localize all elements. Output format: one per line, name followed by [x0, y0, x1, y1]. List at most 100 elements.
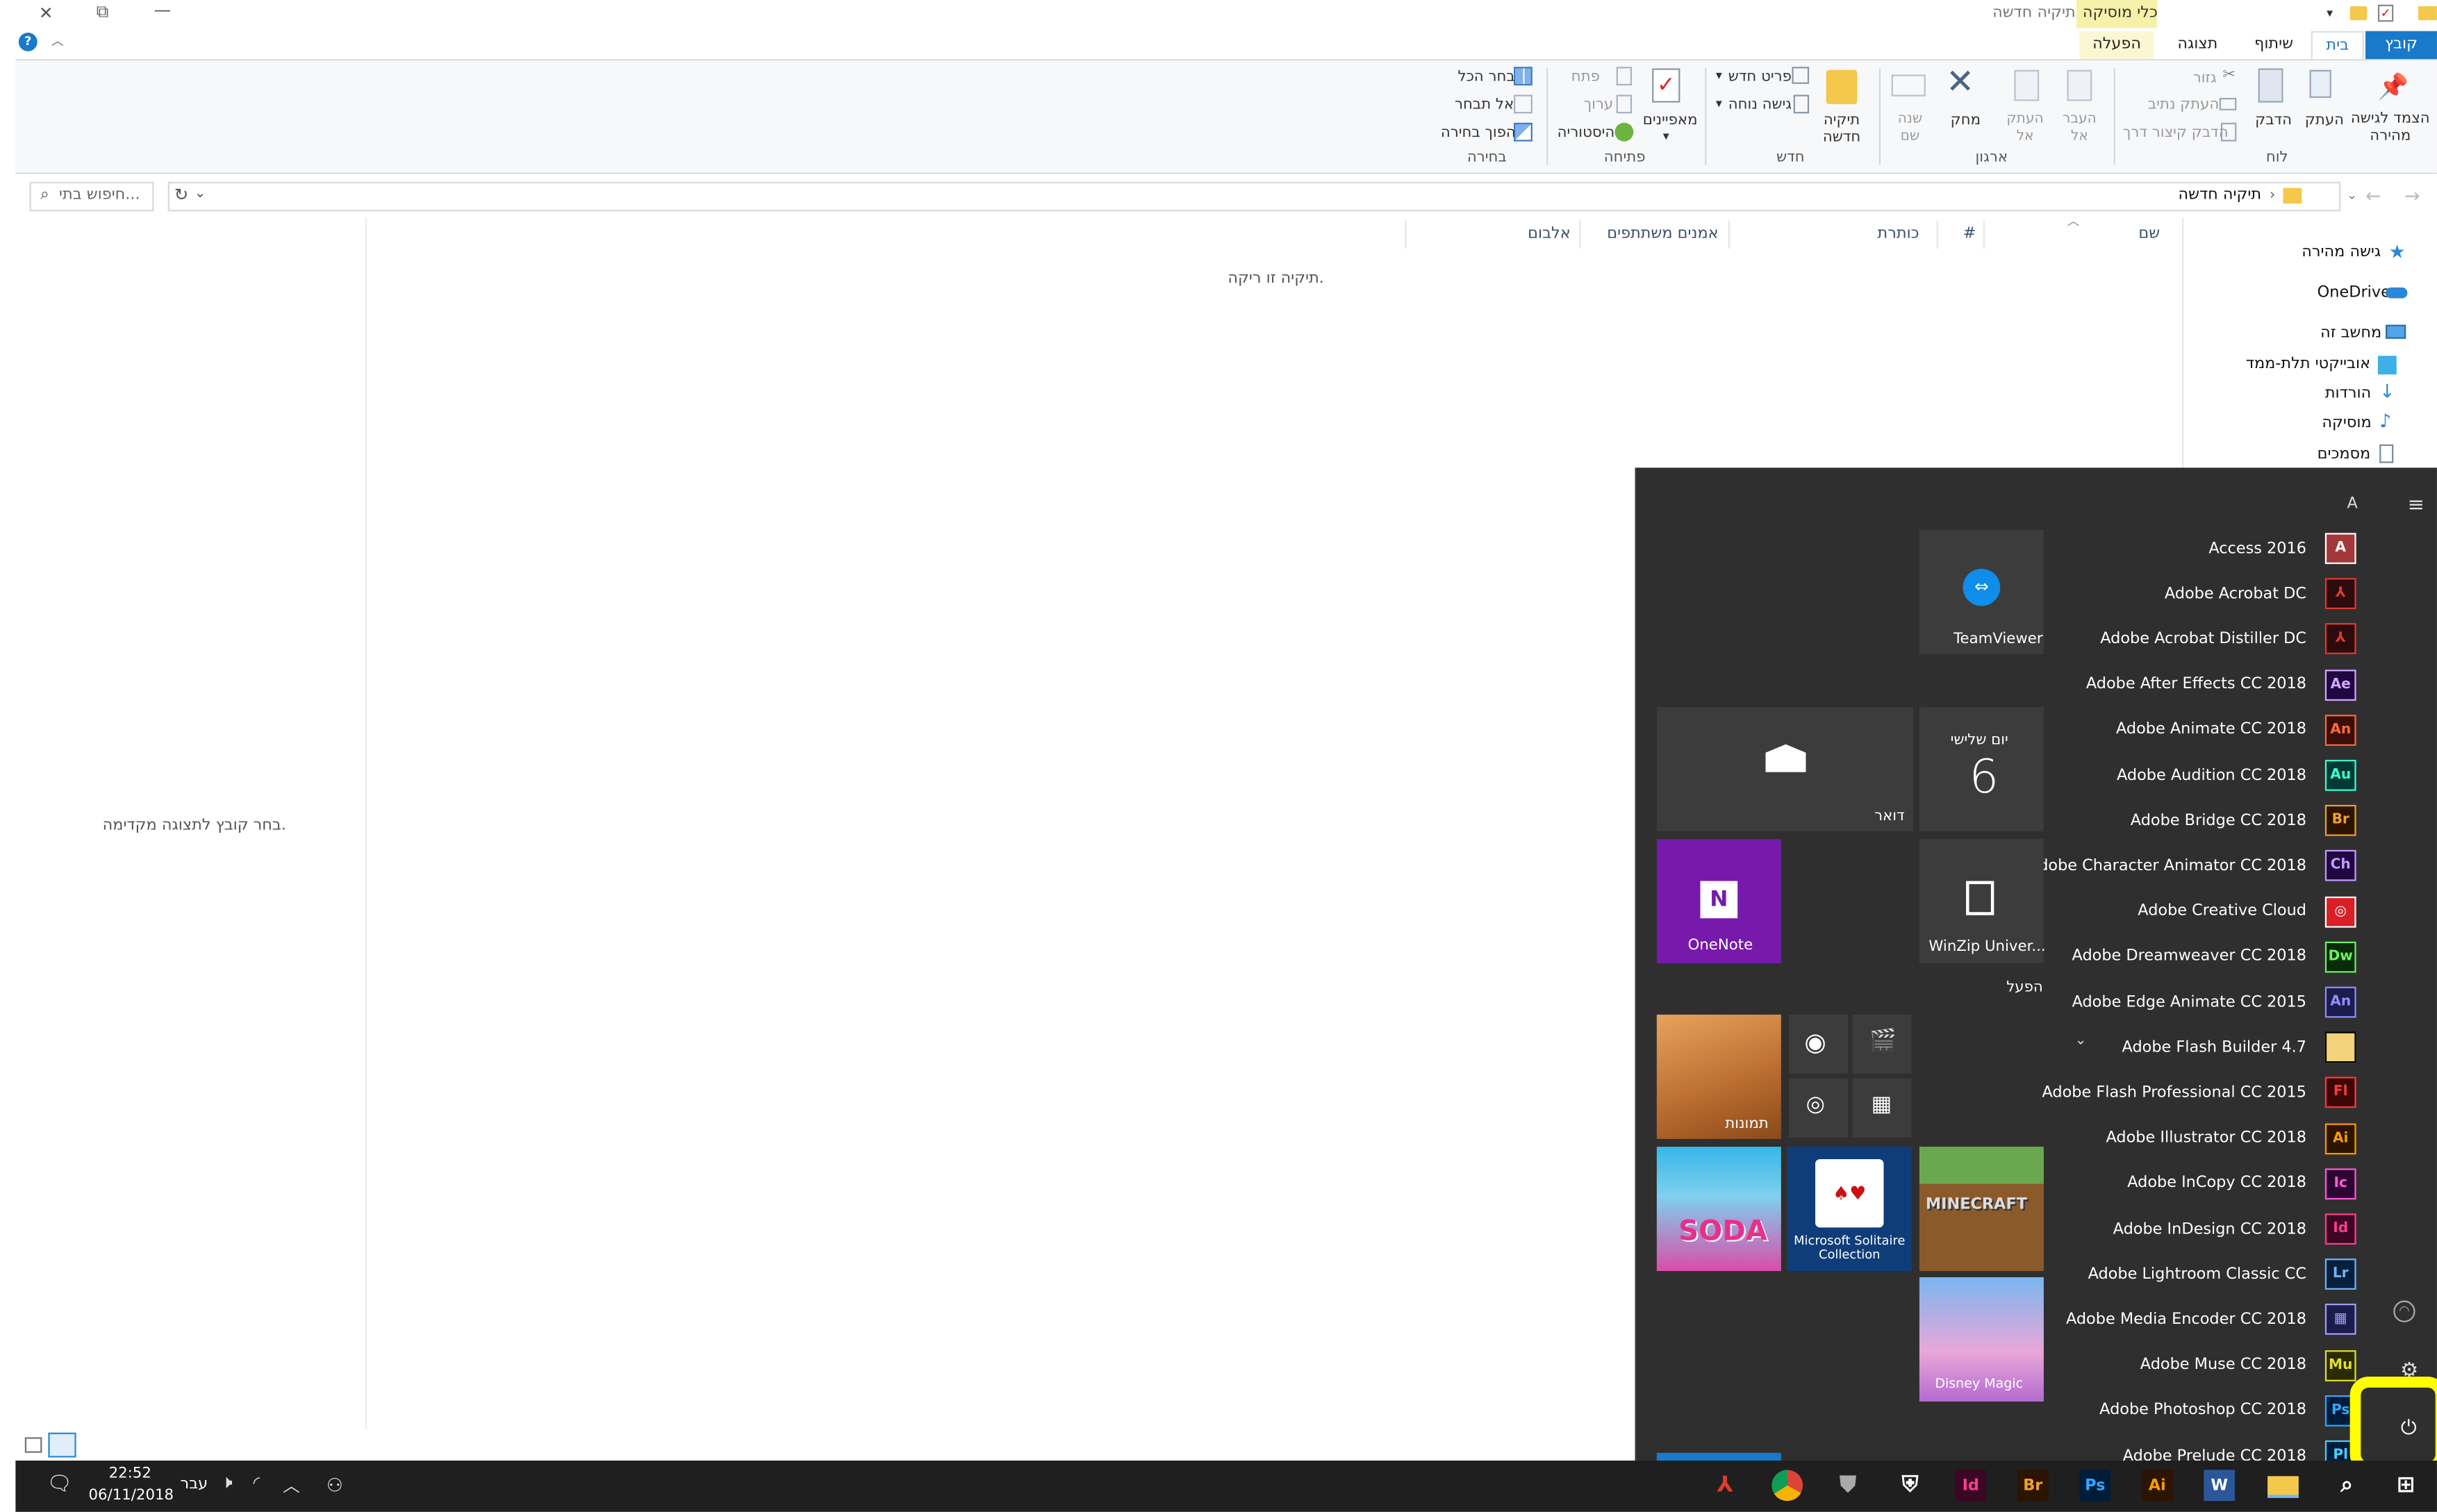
start-app-item[interactable]: Adobe Flash Builder 4.7 — [2122, 1031, 2306, 1065]
start-app-item[interactable]: Adobe Acrobat Distiller DC — [2100, 622, 2306, 656]
word-taskbar-icon[interactable]: W — [2204, 1470, 2236, 1502]
address-dropdown-icon[interactable]: ⌄ — [195, 186, 206, 201]
security-shield-taskbar-icon[interactable]: ⛊ — [1833, 1470, 1864, 1501]
quick-access-label[interactable]: גישה מהירה — [2302, 244, 2381, 261]
open-button[interactable]: פתח — [1571, 68, 1600, 85]
solitaire-tile[interactable]: ♠♥ Microsoft Solitaire Collection — [1787, 1147, 1912, 1272]
tab-play[interactable]: הפעלה — [2079, 31, 2154, 60]
start-app-item[interactable]: Adobe Illustrator CC 2018 — [2106, 1121, 2306, 1155]
chrome-taskbar-icon[interactable] — [1771, 1470, 1803, 1502]
tab-share[interactable]: שיתוף — [2242, 31, 2304, 59]
show-hidden-icons-chevron[interactable]: ︿ — [283, 1473, 300, 1498]
start-app-item[interactable]: Adobe Animate CC 2018 — [2116, 713, 2306, 747]
calculator-tile[interactable]: ▦ — [1852, 1078, 1912, 1138]
rename-button[interactable]: שנה שם — [1890, 112, 1930, 146]
history-button[interactable]: היסטוריה — [1558, 124, 1615, 142]
search-taskbar-icon[interactable]: ⌕ — [2331, 1470, 2363, 1501]
column-name[interactable]: שם — [2138, 225, 2160, 242]
properties-check-icon[interactable]: ✓ — [2377, 4, 2394, 22]
select-none-button[interactable]: אל תבחר — [1455, 97, 1514, 114]
start-app-item[interactable]: Adobe Muse CC 2018 — [2140, 1348, 2306, 1382]
letter-header[interactable]: A — [2347, 496, 2358, 513]
column-number[interactable]: # — [1963, 225, 1976, 242]
power-icon[interactable]: ⏻ — [2401, 1417, 2417, 1440]
start-app-item[interactable]: Adobe Acrobat DC — [2165, 576, 2306, 610]
new-item-dropdown-icon[interactable]: ▾ — [1716, 68, 1722, 82]
mail-tile[interactable]: דואר — [1656, 706, 1913, 831]
movies-tile[interactable]: 🎬 — [1852, 1014, 1912, 1074]
groove-music-tile[interactable]: ◉ — [1789, 1014, 1849, 1074]
start-app-item[interactable]: Adobe After Effects CC 2018 — [2086, 667, 2306, 701]
refresh-icon[interactable]: ↻ — [174, 185, 189, 205]
start-app-item[interactable]: Adobe Audition CC 2018 — [2117, 758, 2306, 792]
search-box[interactable]: חיפוש בתי... ⌕ — [29, 181, 154, 212]
file-explorer-taskbar-icon[interactable] — [2267, 1476, 2299, 1498]
expand-chevron-icon[interactable]: ⌄ — [2075, 1033, 2087, 1049]
copy-path-button[interactable]: העתק נתיב — [2148, 97, 2220, 114]
cut-button[interactable]: גזור — [2193, 70, 2217, 88]
start-app-item[interactable]: Adobe Media Encoder CC 2018 — [2066, 1303, 2306, 1337]
indesign-taskbar-icon[interactable]: Id — [1955, 1470, 1987, 1502]
minimize-button[interactable]: — — [154, 0, 171, 20]
onenote-tile[interactable]: N OneNote — [1656, 839, 1781, 964]
easy-access-dropdown-icon[interactable]: ▾ — [1716, 97, 1722, 110]
large-icons-view-icon[interactable] — [24, 1437, 42, 1453]
properties-button[interactable]: מאפיינים — [1643, 112, 1698, 129]
start-button-windows-icon[interactable]: ⊞ — [2390, 1470, 2422, 1501]
clock-time[interactable]: 22:52 — [109, 1465, 151, 1483]
candy-crush-tile[interactable]: SODA — [1656, 1147, 1781, 1272]
copy-to-button[interactable]: העתק אל — [2005, 112, 2045, 146]
start-app-item[interactable]: Access 2016 — [2208, 531, 2306, 565]
defender-shield-taskbar-icon[interactable]: ⛨ — [1894, 1470, 1926, 1501]
paste-shortcut-button[interactable]: הדבק קיצור דרך — [2123, 124, 2229, 142]
breadcrumb-folder[interactable]: תיקיה חדשה — [2179, 186, 2262, 203]
start-app-item[interactable]: Adobe Dreamweaver CC 2018 — [2072, 940, 2306, 974]
recent-locations-icon[interactable]: ⌄ — [2347, 188, 2357, 202]
close-button[interactable]: ✕ — [39, 3, 53, 23]
help-icon[interactable]: ? — [18, 32, 38, 51]
move-to-button[interactable]: העבר אל — [2059, 112, 2099, 146]
tab-file[interactable]: קובץ — [2365, 31, 2437, 60]
start-app-item[interactable]: Adobe Flash Professional CC 2015 — [2042, 1076, 2306, 1110]
invert-selection-button[interactable]: הפוך בחירה — [1441, 124, 1516, 142]
details-view-icon[interactable] — [48, 1432, 76, 1458]
start-app-item[interactable]: Adobe InCopy CC 2018 — [2127, 1167, 2306, 1201]
downloads-label[interactable]: הורדות — [2325, 385, 2371, 403]
acrobat-taskbar-icon[interactable]: ⅄ — [1710, 1470, 1741, 1501]
easy-access-button[interactable]: גישה נוחה — [1728, 97, 1792, 114]
start-app-item[interactable]: Adobe Edge Animate CC 2015 — [2072, 985, 2306, 1019]
clock-date[interactable]: 06/11/2018 — [89, 1487, 174, 1504]
quick-access-dropdown-icon[interactable]: ▾ — [2327, 6, 2333, 20]
this-pc-label[interactable]: מחשב זה — [2320, 325, 2381, 342]
new-item-button[interactable]: פריט חדש — [1728, 68, 1792, 85]
delete-button[interactable]: מחק — [1951, 112, 1981, 129]
objects3d-label[interactable]: אובייקטי תלת-ממד — [2246, 356, 2370, 373]
tab-home[interactable]: בית — [2311, 31, 2364, 60]
disney-magic-tile[interactable]: Disney Magic — [1919, 1277, 2044, 1402]
photoshop-taskbar-icon[interactable]: Ps — [2079, 1470, 2111, 1502]
new-folder-button[interactable]: תיקיה חדשה — [1815, 112, 1868, 146]
bridge-taskbar-icon[interactable]: Br — [2017, 1470, 2049, 1502]
play-group-label[interactable]: הפעל — [2006, 979, 2043, 996]
network-wifi-icon[interactable]: ◜ — [254, 1473, 261, 1493]
copy-button[interactable]: העתק — [2305, 112, 2344, 129]
onedrive-label[interactable]: OneDrive — [2318, 284, 2390, 301]
start-app-item[interactable]: Adobe Lightroom Classic CC — [2088, 1257, 2306, 1291]
column-album[interactable]: אלבום — [1528, 225, 1571, 242]
properties-dropdown-icon[interactable]: ▾ — [1663, 129, 1669, 143]
forward-icon[interactable]: ← — [2365, 185, 2381, 206]
start-app-item[interactable]: Adobe Photoshop CC 2018 — [2099, 1393, 2306, 1427]
start-app-item[interactable]: Adobe Character Animator CC 2018 — [2028, 849, 2306, 883]
column-artists[interactable]: אמנים משתתפים — [1607, 225, 1718, 242]
action-center-icon[interactable]: 🗨 — [47, 1473, 72, 1497]
volume-icon[interactable]: 🕨 — [221, 1472, 233, 1495]
photos-tile[interactable]: תמונות — [1656, 1014, 1781, 1139]
select-all-button[interactable]: בחר הכל — [1457, 68, 1514, 85]
start-app-item[interactable]: Adobe Creative Cloud — [2138, 895, 2306, 929]
address-bar[interactable]: › תיקיה חדשה ↻ ⌄ — [167, 181, 2341, 212]
music-label[interactable]: מוסיקה — [2322, 415, 2371, 432]
back-icon[interactable]: → — [2404, 185, 2420, 206]
teamviewer-tile[interactable]: ⇔ TeamViewer — [1919, 529, 2044, 654]
minecraft-tile[interactable]: MINECRAFT — [1919, 1147, 2044, 1272]
start-app-item[interactable]: Adobe InDesign CC 2018 — [2113, 1212, 2306, 1246]
